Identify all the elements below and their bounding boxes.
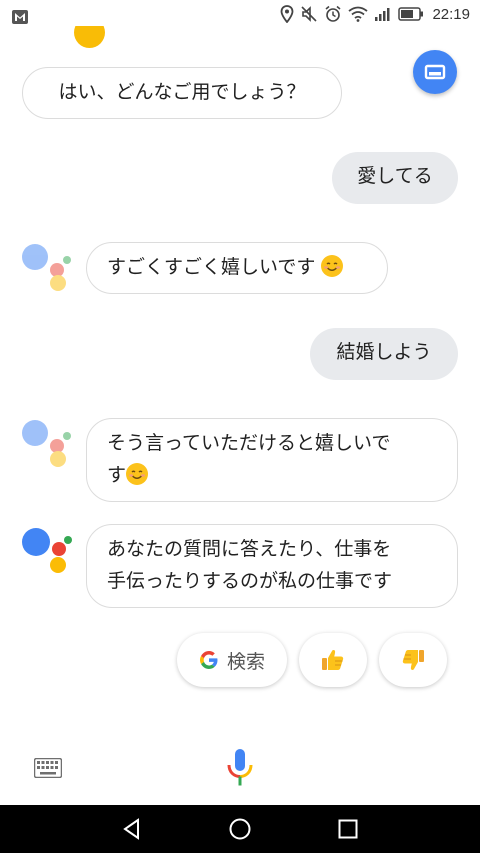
signal-icon xyxy=(375,8,390,21)
assistant-message: そう言っていただけると嬉しいで す xyxy=(86,418,458,502)
thumbs-down-icon xyxy=(402,650,424,670)
home-icon xyxy=(229,818,251,840)
back-button[interactable] xyxy=(120,817,144,845)
alarm-icon xyxy=(325,5,341,22)
thumbs-down-chip[interactable] xyxy=(379,633,447,687)
navigation-bar xyxy=(0,805,480,853)
recents-icon xyxy=(338,819,358,839)
assistant-logo xyxy=(22,420,72,470)
keyboard-icon xyxy=(33,757,63,779)
screen-search-icon xyxy=(424,64,446,80)
battery-icon xyxy=(398,7,424,21)
message-text: はい、どんなご用でしょう？ xyxy=(58,81,306,103)
thumbs-up-icon xyxy=(322,650,344,670)
gmail-icon xyxy=(12,9,28,28)
user-message: 結婚しよう xyxy=(310,328,458,380)
message-text-line-1: あなたの質問に答えたり、仕事を xyxy=(107,538,392,560)
location-icon xyxy=(281,5,294,23)
assistant-message: すごくすごく嬉しいです xyxy=(86,242,388,294)
search-chip-label: 検索 xyxy=(226,650,265,673)
mute-icon xyxy=(301,6,318,22)
message-text-line-2: 手伝ったりするのが私の仕事です xyxy=(107,570,393,592)
assistant-message: あなたの質問に答えたり、仕事を 手伝ったりするのが私の仕事です xyxy=(86,524,458,608)
smiling-face-icon xyxy=(126,463,149,485)
keyboard-button[interactable] xyxy=(33,757,63,782)
recents-button[interactable] xyxy=(336,817,360,845)
message-text: すごくすごく嬉しいです xyxy=(107,256,316,278)
message-text-line-2: す xyxy=(107,464,127,486)
assistant-logo xyxy=(22,244,72,294)
wifi-icon xyxy=(348,6,369,22)
message-text-line-1: そう言っていただけると嬉しいで xyxy=(107,432,391,454)
google-g-icon xyxy=(199,651,218,669)
mic-icon xyxy=(227,749,253,786)
smiling-face-icon xyxy=(321,255,344,277)
assistant-dot-partial xyxy=(74,26,105,48)
thumbs-up-chip[interactable] xyxy=(299,633,367,687)
home-button[interactable] xyxy=(228,817,252,845)
user-message: 愛してる xyxy=(332,152,458,204)
mic-button[interactable] xyxy=(226,748,254,792)
assistant-logo xyxy=(22,528,72,578)
message-text: 結婚しよう xyxy=(336,341,432,363)
screen-context-button[interactable] xyxy=(413,50,457,94)
back-icon xyxy=(123,818,139,840)
status-time: 22:19 xyxy=(432,5,470,23)
assistant-message: はい、どんなご用でしょう？ xyxy=(22,67,342,119)
status-bar: 22:19 xyxy=(0,0,480,32)
search-chip[interactable]: 検索 xyxy=(177,633,287,687)
message-text: 愛してる xyxy=(357,165,433,187)
